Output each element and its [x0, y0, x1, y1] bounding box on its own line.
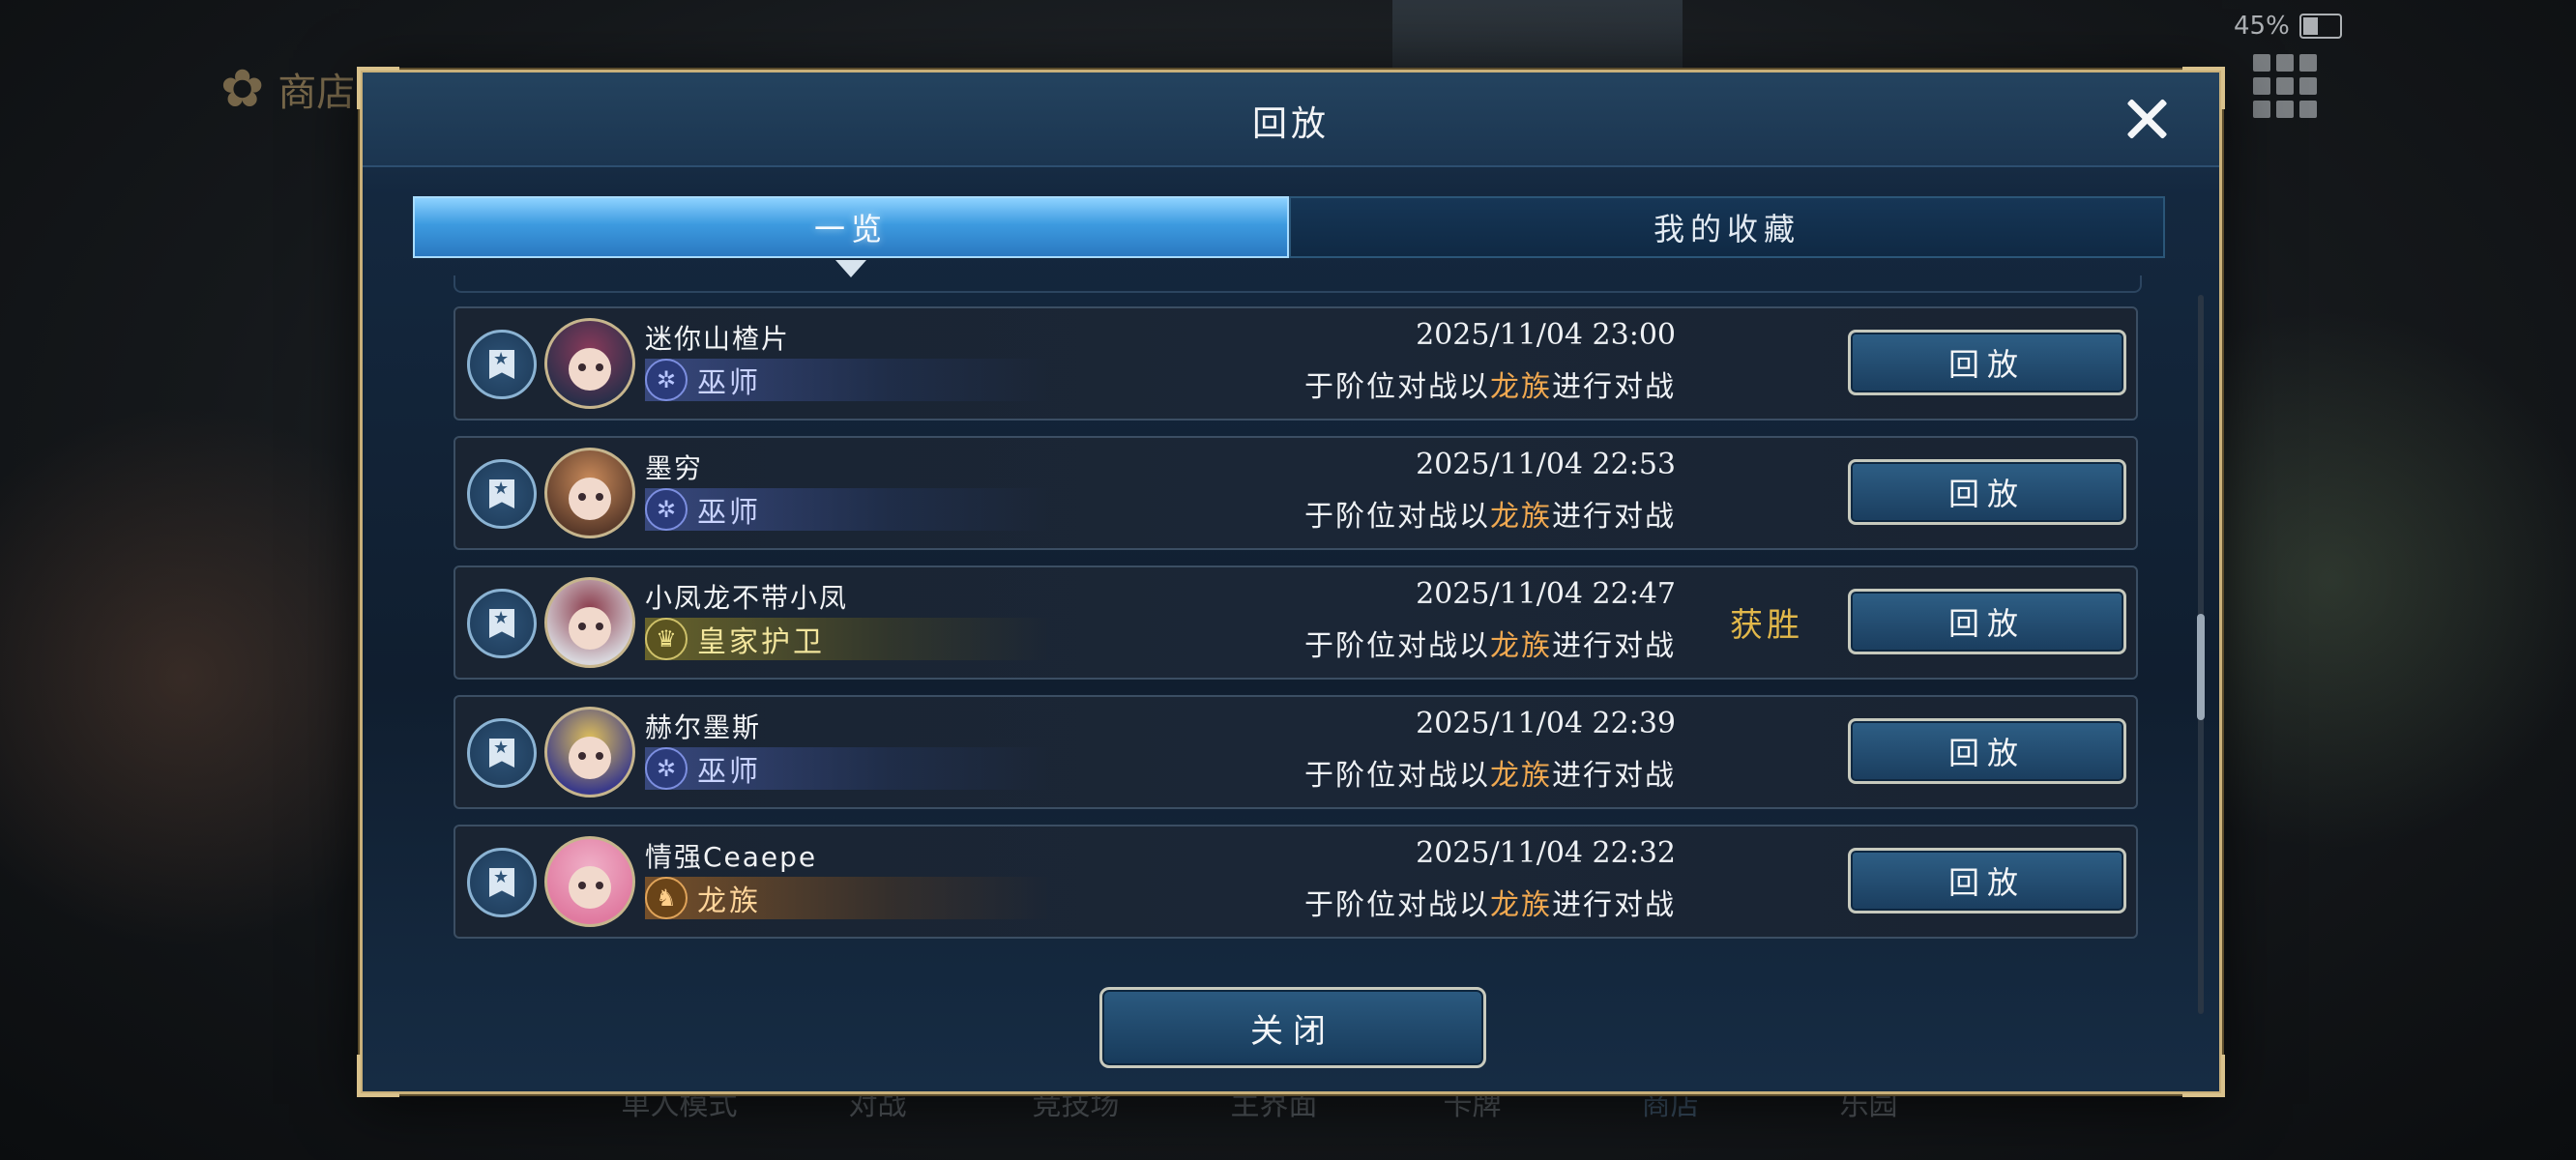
bookmark-star-icon[interactable]	[467, 718, 537, 788]
class-label: 龙族	[697, 884, 761, 918]
background-lantern	[0, 338, 367, 1015]
player-name: 墨穷	[645, 452, 704, 484]
tab-overview-label: 一览	[813, 211, 888, 247]
replay-tabs: 一览 我的收藏	[413, 196, 2165, 277]
clan-name: 龙族	[1490, 629, 1552, 663]
avatar	[544, 318, 635, 409]
replay-row: 迷你山楂片 ✲ 巫师 2025/11/04 23:00 于阶位对战以龙族进行对战…	[454, 306, 2138, 420]
list-scrollbar[interactable]	[2197, 295, 2205, 1014]
mage-icon: ✲	[645, 488, 688, 531]
avatar	[544, 836, 635, 927]
tab-favorites[interactable]: 我的收藏	[1289, 196, 2165, 258]
lotus-icon: ✿	[220, 58, 265, 119]
battery-percent: 45%	[2234, 12, 2290, 41]
avatar	[544, 577, 635, 668]
class-badge: ♞ 龙族	[645, 877, 1051, 919]
replay-list[interactable]: 迷你山楂片 ✲ 巫师 2025/11/04 23:00 于阶位对战以龙族进行对战…	[454, 276, 2142, 1012]
dragon-icon: ♞	[645, 877, 688, 919]
clan-name: 龙族	[1490, 370, 1552, 404]
player-name: 迷你山楂片	[645, 323, 791, 355]
tab-overview[interactable]: 一览	[413, 196, 1289, 277]
match-time: 2025/11/04 22:32	[1416, 836, 1676, 870]
avatar	[544, 448, 635, 538]
mage-icon: ✲	[645, 747, 688, 790]
avatar	[544, 707, 635, 798]
replay-button[interactable]: 回放	[1848, 848, 2126, 914]
class-badge: ✲ 巫师	[645, 359, 1051, 401]
class-label: 巫师	[697, 496, 761, 530]
match-time: 2025/11/04 23:00	[1416, 318, 1676, 352]
replay-dialog: 回放 一览 我的收藏 迷你山楂片 ✲ 巫师 2025/11/04 23:00 于…	[357, 67, 2225, 1097]
grid-menu-icon[interactable]	[2253, 54, 2317, 118]
replay-button[interactable]: 回放	[1848, 718, 2126, 784]
battery-icon	[2298, 14, 2342, 39]
replay-row: 赫尔墨斯 ✲ 巫师 2025/11/04 22:39 于阶位对战以龙族进行对战 …	[454, 695, 2138, 809]
mage-icon: ✲	[645, 359, 688, 401]
shop-header: ✿ 商店	[220, 58, 355, 119]
bookmark-star-icon[interactable]	[467, 459, 537, 529]
class-badge: ✲ 巫师	[645, 747, 1051, 790]
shop-label: 商店	[278, 70, 356, 115]
match-time: 2025/11/04 22:47	[1416, 577, 1676, 611]
replay-button[interactable]: 回放	[1848, 330, 2126, 395]
class-label: 巫师	[697, 366, 761, 400]
bookmark-star-icon[interactable]	[467, 589, 537, 658]
player-name: 小凤龙不带小凤	[645, 582, 849, 614]
clan-name: 龙族	[1490, 500, 1552, 534]
match-time: 2025/11/04 22:53	[1416, 448, 1676, 481]
replay-row: 小凤龙不带小凤 ♛ 皇家护卫 2025/11/04 22:47 于阶位对战以龙族…	[454, 566, 2138, 680]
close-button[interactable]: 关闭	[1099, 987, 1486, 1068]
match-description: 于阶位对战以龙族进行对战	[1304, 759, 1676, 793]
replay-row: 情强Ceaepe ♞ 龙族 2025/11/04 22:32 于阶位对战以龙族进…	[454, 825, 2138, 939]
clan-name: 龙族	[1490, 759, 1552, 793]
replay-button[interactable]: 回放	[1848, 589, 2126, 654]
bookmark-star-icon[interactable]	[467, 330, 537, 399]
bookmark-star-icon[interactable]	[467, 848, 537, 917]
class-badge: ♛ 皇家护卫	[645, 618, 1051, 660]
match-description: 于阶位对战以龙族进行对战	[1304, 888, 1676, 922]
class-badge: ✲ 巫师	[645, 488, 1051, 531]
list-top-edge	[454, 276, 2142, 293]
result-label: 获胜	[1730, 606, 1803, 645]
match-description: 于阶位对战以龙族进行对战	[1304, 629, 1676, 663]
battery-fill	[2302, 17, 2319, 35]
clan-name: 龙族	[1490, 888, 1552, 922]
replay-button[interactable]: 回放	[1848, 459, 2126, 525]
crown-icon: ♛	[645, 618, 688, 660]
match-time: 2025/11/04 22:39	[1416, 707, 1676, 740]
replay-row: 墨穷 ✲ 巫师 2025/11/04 22:53 于阶位对战以龙族进行对战 回放	[454, 436, 2138, 550]
close-icon[interactable]	[2119, 92, 2173, 146]
match-description: 于阶位对战以龙族进行对战	[1304, 500, 1676, 534]
battery-indicator: 45%	[2234, 12, 2342, 41]
dialog-title: 回放	[1251, 104, 1330, 144]
scrollbar-thumb[interactable]	[2197, 614, 2205, 720]
class-label: 巫师	[697, 755, 761, 789]
dialog-header: 回放	[363, 72, 2219, 167]
match-description: 于阶位对战以龙族进行对战	[1304, 370, 1676, 404]
class-label: 皇家护卫	[697, 625, 825, 659]
player-name: 赫尔墨斯	[645, 711, 762, 743]
tab-favorites-label: 我的收藏	[1653, 211, 1800, 247]
player-name: 情强Ceaepe	[645, 841, 818, 873]
